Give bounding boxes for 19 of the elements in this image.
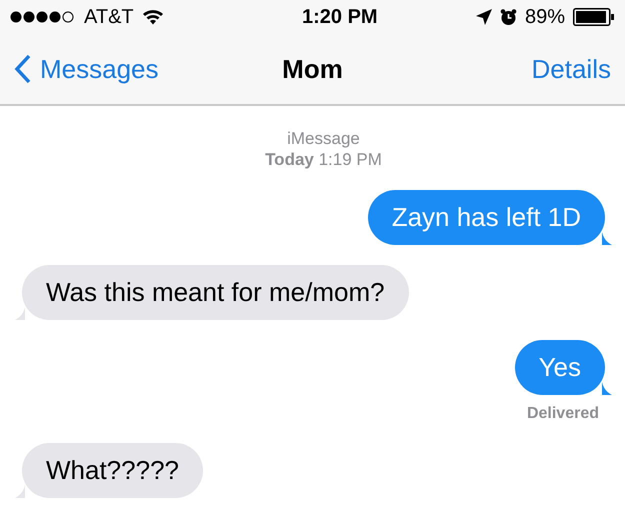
alarm-clock-icon — [500, 8, 517, 26]
wifi-icon — [142, 9, 164, 25]
back-button[interactable]: Messages — [14, 54, 158, 84]
conversation-title: Mom — [282, 54, 343, 84]
battery-icon — [572, 8, 615, 26]
battery-percentage: 89% — [524, 6, 565, 28]
details-button[interactable]: Details — [532, 54, 611, 84]
carrier-name: AT&T — [84, 6, 134, 28]
delivery-status: Delivered — [526, 405, 599, 423]
service-label: iMessage — [286, 128, 361, 149]
bubble-tail — [602, 232, 612, 245]
bubble-tail — [15, 485, 25, 498]
bubble-tail — [602, 382, 612, 395]
message-timestamp: Today 1:19 PM — [265, 149, 382, 170]
bubble-tail — [15, 307, 25, 320]
location-arrow-icon — [476, 9, 492, 25]
clock-time: 1:20 PM — [302, 6, 378, 28]
signal-icon — [10, 11, 76, 23]
back-chevron-icon — [14, 54, 32, 84]
